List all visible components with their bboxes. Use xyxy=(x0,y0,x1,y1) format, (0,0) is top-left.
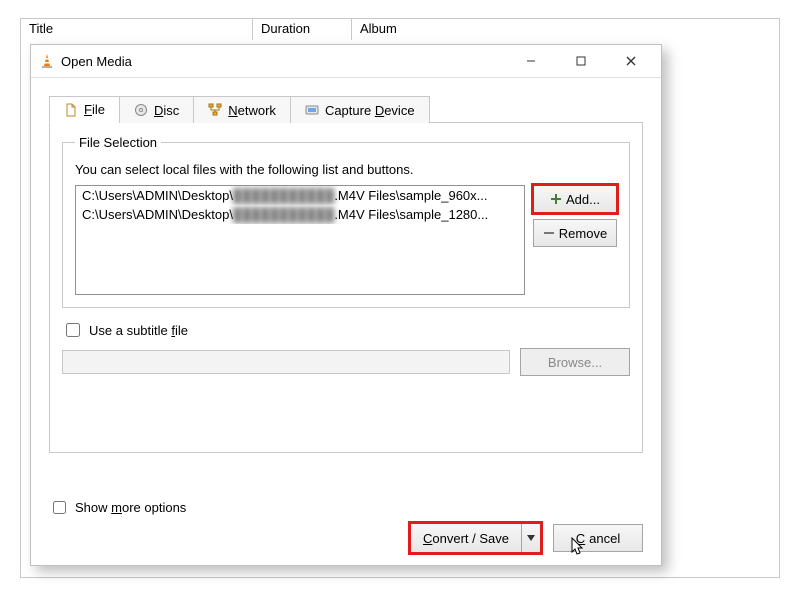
file-list[interactable]: C:\Users\ADMIN\Desktop\███████████.M4V F… xyxy=(75,185,525,295)
cancel-button[interactable]: Cancel xyxy=(553,524,643,552)
subtitle-checkbox[interactable] xyxy=(66,323,80,337)
file-icon xyxy=(64,103,78,117)
disc-icon xyxy=(134,103,148,117)
tab-network[interactable]: Network xyxy=(193,96,291,123)
playlist-header: Title Duration Album xyxy=(20,18,780,42)
minus-icon xyxy=(543,227,555,239)
convert-save-button[interactable]: Convert / Save xyxy=(410,523,541,553)
open-media-dialog: Open Media File Disc xyxy=(30,44,662,566)
file-selection-group: File Selection You can select local file… xyxy=(62,135,630,308)
show-more-label[interactable]: Show more options xyxy=(75,500,186,515)
minimize-button[interactable] xyxy=(509,47,553,75)
tab-strip: File Disc Network Capture Device xyxy=(49,96,643,123)
dialog-title: Open Media xyxy=(61,54,132,69)
maximize-button[interactable] xyxy=(559,47,603,75)
dialog-content: File Disc Network Capture Device xyxy=(31,78,661,463)
col-title[interactable]: Title xyxy=(21,19,253,41)
tab-panel-file: File Selection You can select local file… xyxy=(49,122,643,453)
col-album[interactable]: Album xyxy=(352,19,779,41)
tab-disc[interactable]: Disc xyxy=(119,96,194,123)
file-selection-hint: You can select local files with the foll… xyxy=(75,162,617,177)
remove-button[interactable]: Remove xyxy=(533,219,617,247)
file-selection-legend: File Selection xyxy=(75,135,161,150)
titlebar: Open Media xyxy=(31,45,661,78)
add-button[interactable]: Add... xyxy=(533,185,617,213)
list-item[interactable]: C:\Users\ADMIN\Desktop\███████████.M4V F… xyxy=(76,186,524,205)
close-button[interactable] xyxy=(609,47,653,75)
subtitle-checkbox-label[interactable]: Use a subtitle file xyxy=(89,323,188,338)
show-more-checkbox[interactable] xyxy=(53,501,66,514)
tab-capture[interactable]: Capture Device xyxy=(290,96,430,123)
network-icon xyxy=(208,103,222,117)
subtitle-path-input xyxy=(62,350,510,374)
list-item[interactable]: C:\Users\ADMIN\Desktop\███████████.M4V F… xyxy=(76,205,524,224)
browse-button: Browse... xyxy=(520,348,630,376)
vlc-cone-icon xyxy=(39,53,55,69)
tab-file[interactable]: File xyxy=(49,96,120,123)
plus-icon xyxy=(550,193,562,205)
capture-icon xyxy=(305,103,319,117)
chevron-down-icon xyxy=(527,535,535,541)
col-duration[interactable]: Duration xyxy=(253,19,352,41)
convert-save-dropdown[interactable] xyxy=(521,524,540,552)
